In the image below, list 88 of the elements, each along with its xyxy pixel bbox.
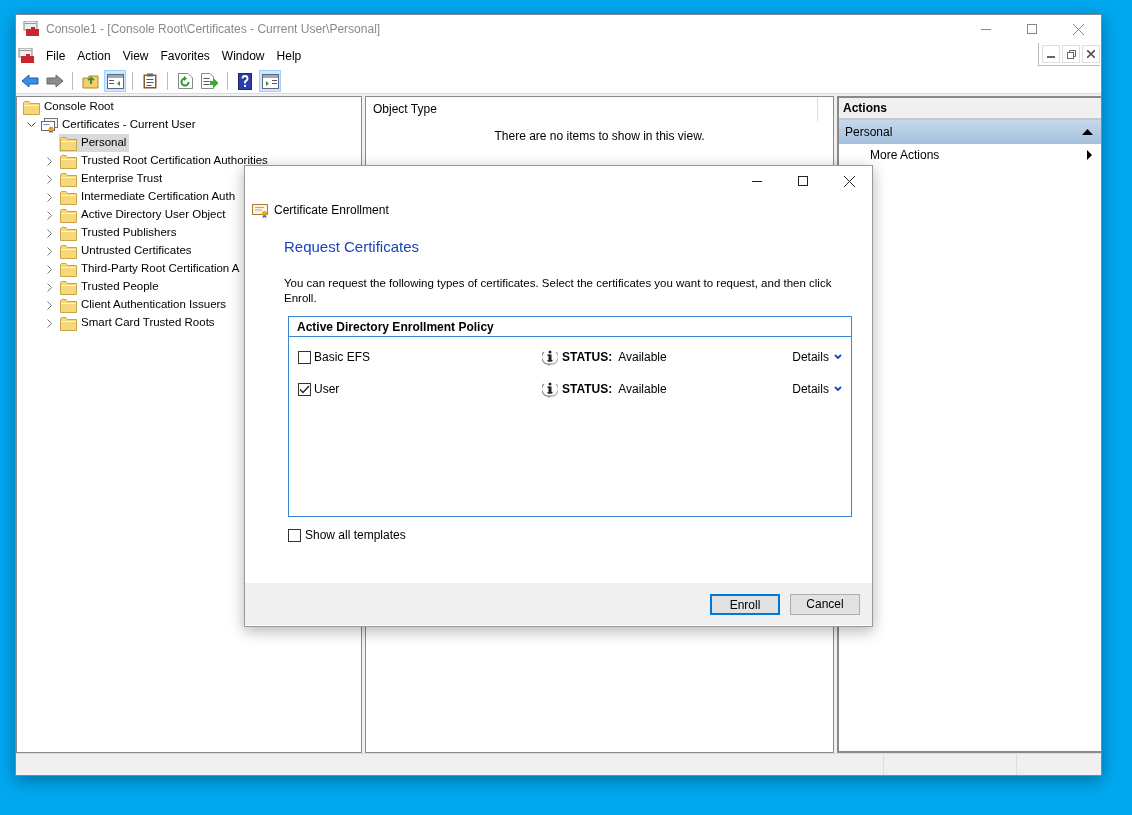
chevron-icon[interactable] <box>47 210 53 220</box>
folder-icon <box>60 135 77 151</box>
tree-item[interactable]: Smart Card Trusted Roots <box>59 314 218 332</box>
menu-item[interactable]: Window <box>215 47 271 65</box>
close-icon <box>843 175 855 187</box>
menu-item[interactable]: File <box>40 47 72 65</box>
tree-item[interactable]: Console Root <box>22 98 117 116</box>
tree-item[interactable]: Trusted Publishers <box>59 224 180 242</box>
status-value: Available <box>618 349 668 366</box>
details-link[interactable]: Details <box>792 348 842 366</box>
status-label: STATUS: <box>562 381 613 398</box>
folder-icon <box>60 207 77 223</box>
dialog-title: Certificate Enrollment <box>274 202 389 219</box>
tree-item[interactable]: Active Directory User Object <box>59 206 229 224</box>
chevron-down-icon <box>833 354 842 360</box>
collapse-triangle-icon <box>1082 129 1093 135</box>
restore-icon <box>1066 49 1076 59</box>
tree-item[interactable]: Untrusted Certificates <box>59 242 195 260</box>
folder-icon <box>60 153 77 169</box>
chevron-icon[interactable] <box>47 228 53 238</box>
policy-header: Active Directory Enrollment Policy <box>297 318 494 336</box>
menu-item[interactable]: Action <box>71 47 117 65</box>
window-title: Console1 - [Console Root\Certificates - Current User\Personal] <box>46 21 381 38</box>
enroll-button[interactable]: Enroll <box>710 593 780 615</box>
close-button[interactable] <box>1082 45 1100 63</box>
chevron-icon[interactable] <box>47 318 53 328</box>
chevron-down-icon <box>833 386 842 392</box>
submenu-triangle-icon <box>1087 150 1092 160</box>
chevron-icon[interactable] <box>47 192 53 202</box>
column-header[interactable]: Object Type <box>373 100 437 118</box>
folder-icon <box>60 171 77 187</box>
tree-item[interactable]: Trusted People <box>59 278 162 296</box>
cancel-button[interactable]: Cancel <box>790 593 860 615</box>
tree-item[interactable]: Enterprise Trust <box>59 170 166 188</box>
info-icon <box>542 380 558 398</box>
chevron-icon[interactable] <box>47 300 53 310</box>
folder-icon <box>60 189 77 205</box>
tree-item[interactable]: Trusted Root Certification Authorities <box>59 152 271 170</box>
template-checkbox[interactable]: User <box>298 380 542 398</box>
chevron-icon[interactable] <box>47 264 53 274</box>
status-label: STATUS: <box>562 349 613 366</box>
menu-item[interactable]: Favorites <box>154 47 216 65</box>
folder-icon <box>60 225 77 241</box>
pane-layout-button[interactable] <box>259 70 281 92</box>
tree-item[interactable]: Client Authentication Issuers <box>59 296 230 314</box>
toolbox-icon <box>23 21 40 37</box>
action-group-header[interactable]: Personal <box>839 120 1101 144</box>
certificate-stack-icon <box>41 117 58 133</box>
maximize-icon <box>798 176 808 186</box>
details-link[interactable]: Details <box>792 380 842 398</box>
restore-button[interactable] <box>1062 45 1080 63</box>
certificate-icon <box>252 202 269 218</box>
folder-icon <box>60 279 77 295</box>
action-item[interactable]: More Actions <box>839 144 1101 166</box>
tree-item[interactable]: Certificates - Current User <box>40 116 199 134</box>
chevron-icon[interactable] <box>47 246 53 256</box>
page-heading: Request Certificates <box>284 237 421 257</box>
folder-icon <box>60 261 77 277</box>
actions-header: Actions <box>843 100 887 117</box>
instructions-text: You can request the following types of certificates. Select the certificates you want to request, and then click Enroll. <box>284 276 833 306</box>
close-icon <box>1072 23 1084 35</box>
menu-item[interactable]: Help <box>270 47 308 65</box>
checkbox[interactable] <box>298 350 311 364</box>
chevron-icon[interactable] <box>47 174 53 184</box>
checkbox[interactable] <box>298 382 311 396</box>
status-value: Available <box>618 381 668 398</box>
checkbox[interactable] <box>288 528 301 542</box>
close-icon <box>1087 50 1095 58</box>
export-list-button[interactable] <box>199 70 221 92</box>
maximize-icon <box>1027 24 1037 34</box>
info-icon <box>542 348 558 366</box>
empty-message: There are no items to show in this view. <box>494 129 705 143</box>
toolbox-icon[interactable] <box>18 48 35 64</box>
chevron-icon[interactable] <box>26 122 36 128</box>
folder-icon <box>60 243 77 259</box>
chevron-icon[interactable] <box>47 156 53 166</box>
tree-item[interactable]: Intermediate Certification Auth <box>59 188 239 206</box>
chevron-icon[interactable] <box>47 282 53 292</box>
folder-icon <box>60 315 77 331</box>
minimize-button[interactable] <box>1042 45 1060 63</box>
pane-layout-button[interactable] <box>104 70 126 92</box>
menu-item[interactable]: View <box>116 47 155 65</box>
tree-item[interactable]: Personal <box>59 134 130 152</box>
show-all-templates-checkbox[interactable]: Show all templates <box>288 526 406 544</box>
folder-icon <box>60 297 77 313</box>
tree-item[interactable]: Third-Party Root Certification A <box>59 260 243 278</box>
template-checkbox[interactable]: Basic EFS <box>298 348 542 366</box>
folder-icon <box>23 99 40 115</box>
